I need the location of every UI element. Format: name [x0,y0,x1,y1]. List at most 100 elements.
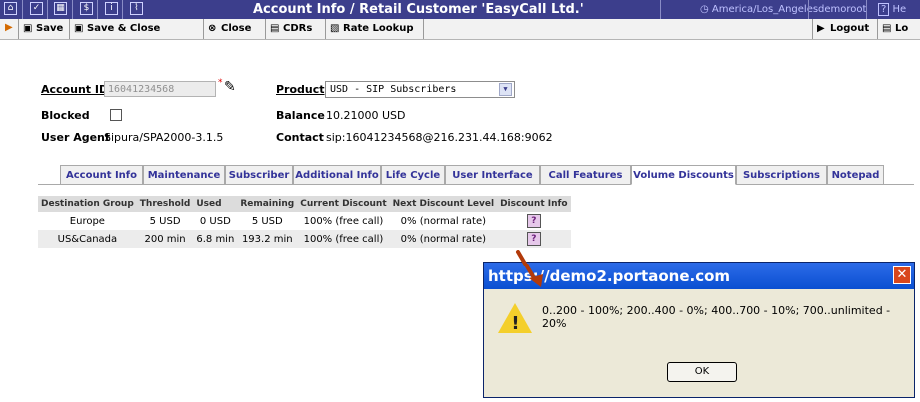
contact-label: Contact [276,131,324,144]
save-icon: ▣ [23,23,33,34]
top-navigation-bar: ⌂ ✓ ▦ $ i ⌇ Account Info / Retail Custom… [0,0,920,19]
divider [808,0,809,19]
table-cell: 193.2 min [237,230,298,248]
annotation-arrow-icon [516,250,543,287]
account-id-field[interactable]: 16041234568 [104,81,216,97]
column-header: Destination Group [38,196,137,212]
timezone-link[interactable]: ◷ America/Los_Angeles [700,4,818,15]
cdrs-label: CDRs [283,23,313,34]
table-cell: 0 USD [199,215,231,227]
home-icon[interactable]: ⌂ [4,2,17,15]
rate-lookup-icon: ▧ [330,23,340,34]
logout-button[interactable]: ▶ Logout [812,19,878,39]
help-label: He [892,4,907,15]
close-x-icon: ✕ [896,267,908,282]
contact-value: sip:16041234568@216.231.44.168:9062 [326,131,553,144]
balance-label: Balance [276,109,325,122]
user-link[interactable]: demoroot [818,4,866,15]
table-cell: 5 USD [149,215,181,227]
table-header-row: Destination Group Threshold Used Remaini… [38,196,571,212]
logout-label: Logout [830,23,870,34]
column-header: Discount Info [497,196,571,212]
divider [660,0,661,19]
table-cell: ? [497,230,571,248]
tab-life-cycle[interactable]: Life Cycle [381,165,445,185]
ok-button[interactable]: OK [667,362,737,382]
volume-discounts-table: Destination Group Threshold Used Remaini… [38,196,571,248]
tab-additional-info[interactable]: Additional Info [293,165,381,185]
cdrs-icon: ▤ [270,23,280,34]
edit-pencil-icon[interactable]: ✎ [224,79,236,95]
rate-lookup-button[interactable]: ▧ Rate Lookup [326,19,424,39]
divider [122,0,123,19]
tab-maintenance[interactable]: Maintenance [143,165,225,185]
page-title: Account Info / Retail Customer 'EasyCall… [253,2,584,17]
alert-dialog: https://demo2.portaone.com ✕ ! 0..200 - … [483,262,915,398]
tab-call-features[interactable]: Call Features [540,165,631,185]
product-select[interactable]: USD - SIP Subscribers ▼ [325,81,515,98]
log-label: Lo [895,23,909,34]
chart-icon[interactable]: ⌇ [130,2,143,15]
tab-volume-discounts[interactable]: Volume Discounts [631,165,736,185]
table-row: US&Canada 200 min 6.8 min 193.2 min 100%… [38,230,571,248]
column-header: Used [193,196,238,212]
tab-account-info[interactable]: Account Info [60,165,143,185]
dialog-close-button[interactable]: ✕ [893,266,911,284]
dialog-message: 0..200 - 100%; 200..400 - 0%; 400..700 -… [542,304,891,330]
tab-subscriptions[interactable]: Subscriptions [736,165,827,185]
divider [866,0,867,19]
dialog-titlebar[interactable]: https://demo2.portaone.com [484,263,914,289]
table-cell: 100% (free call) [303,215,384,227]
save-close-label: Save & Close [87,23,161,34]
account-id-label[interactable]: Account ID [41,83,108,96]
discount-info-icon[interactable]: ? [526,214,541,228]
divider [97,0,98,19]
close-icon: ⊗ [208,23,217,34]
help-icon: ? [878,3,890,16]
user-agent-value: Sipura/SPA2000-3.1.5 [104,131,224,144]
product-label[interactable]: Product [276,83,325,96]
table-cell: US&Canada [38,230,137,248]
table-cell: 5 USD [251,215,283,227]
user-agent-label: User Agent [41,131,111,144]
table-cell: 6.8 min [193,230,238,248]
product-selected-value: USD - SIP Subscribers [330,84,457,95]
tab-user-interface[interactable]: User Interface [445,165,540,185]
column-header: Next Discount Level [389,196,498,212]
discount-info-icon[interactable]: ? [526,232,541,246]
warning-exclamation: ! [511,313,520,334]
close-button[interactable]: ⊗ Close [204,19,266,39]
table-cell: 0% (normal rate) [400,215,487,227]
tab-subscriber[interactable]: Subscriber [225,165,293,185]
table-row: Europe 5 USD 0 USD 5 USD 100% (free call… [38,212,571,230]
log-button[interactable]: ▤ Lo [878,19,920,39]
table-cell: 0% (normal rate) [389,230,498,248]
checkbox-icon[interactable]: ✓ [30,2,43,15]
table-cell: ? [497,212,571,230]
save-button[interactable]: ▣ Save [18,19,70,39]
grid-icon[interactable]: ▦ [54,2,67,15]
column-header: Threshold [136,196,194,212]
save-label: Save [36,23,64,34]
table-cell: 100% (free call) [297,230,390,248]
tab-notepad[interactable]: Notepad [827,165,884,185]
play-icon: ▶ [5,22,13,33]
column-header: Remaining [237,196,298,212]
divider [47,0,48,19]
save-close-icon: ▣ [74,23,84,34]
cdrs-button[interactable]: ▤ CDRs [266,19,326,39]
save-close-button[interactable]: ▣ Save & Close [70,19,204,39]
rate-lookup-label: Rate Lookup [343,23,414,34]
info-icon[interactable]: i [105,2,118,15]
table-cell: 200 min [136,230,194,248]
help-link[interactable]: ? He [878,3,907,16]
column-header: Current Discount [297,196,390,212]
chevron-down-icon: ▼ [499,83,512,96]
close-label: Close [221,23,252,34]
blocked-checkbox[interactable] [110,109,122,121]
dollar-icon[interactable]: $ [80,2,93,15]
timezone-label: America/Los_Angeles [711,4,819,15]
divider [72,0,73,19]
divider [22,0,23,19]
table-cell: Europe [69,215,105,227]
